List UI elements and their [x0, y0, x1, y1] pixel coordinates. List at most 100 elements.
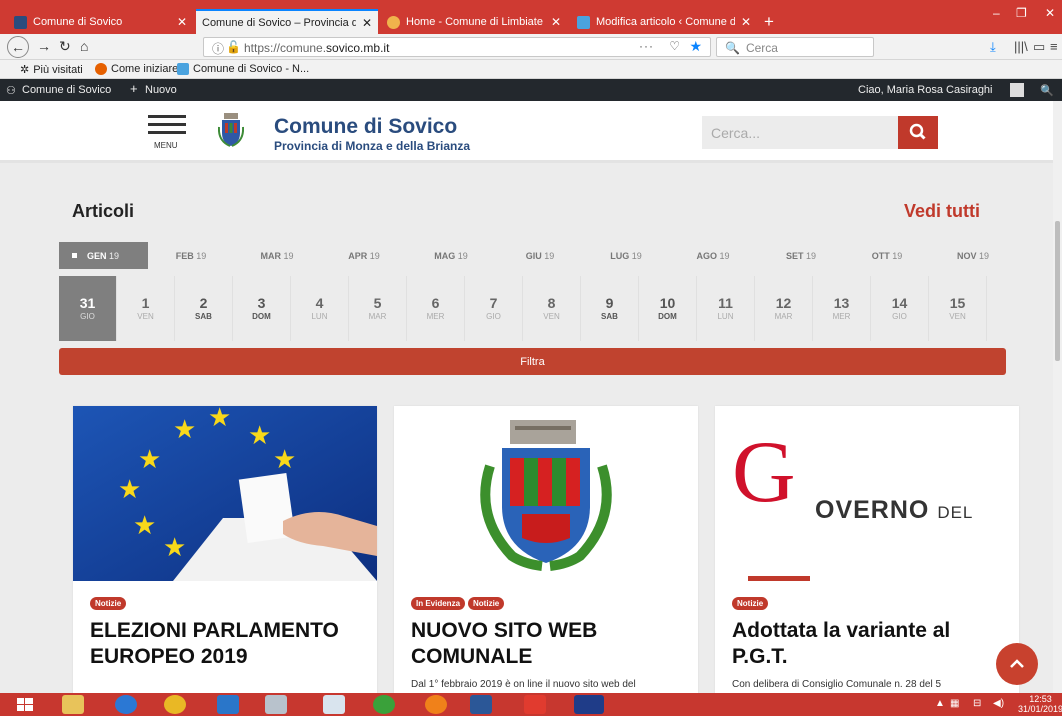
page-scrollbar[interactable] — [1053, 101, 1062, 693]
plus-icon[interactable]: + — [130, 81, 138, 96]
municipal-crest-image[interactable] — [394, 406, 698, 581]
month-item-nov[interactable]: NOV 19 — [943, 242, 1003, 269]
bookmark-getting-started[interactable]: Come iniziare — [95, 63, 178, 75]
site-search-input[interactable]: Cerca... — [702, 116, 898, 149]
month-item-mag[interactable]: MAG 19 — [421, 242, 481, 269]
day-item[interactable]: 6 MER — [407, 276, 465, 341]
day-item[interactable]: 12 MAR — [755, 276, 813, 341]
dashboard-icon[interactable]: ⚇ — [6, 84, 16, 97]
page-actions-icon[interactable]: ··· — [639, 39, 654, 53]
close-tab-icon[interactable]: ✕ — [551, 15, 561, 29]
minimize-icon[interactable]: – — [993, 6, 1000, 20]
back-to-top-button[interactable] — [996, 643, 1038, 685]
month-item-set[interactable]: SET 19 — [771, 242, 831, 269]
site-title[interactable]: Comune di Sovico — [274, 115, 457, 139]
app-icon[interactable] — [373, 695, 395, 714]
word-icon[interactable] — [470, 695, 492, 714]
day-item[interactable]: 4 LUN — [291, 276, 349, 341]
article-title[interactable]: Adottata la variante al P.G.T. — [732, 618, 1008, 670]
reload-icon[interactable]: ↻ — [59, 38, 71, 55]
category-badge[interactable]: Notizie — [90, 597, 127, 610]
browser-tab-active[interactable]: Comune di Sovico – Provincia di Monza e … — [196, 9, 378, 34]
month-item-giu[interactable]: GIU 19 — [510, 242, 570, 269]
day-item[interactable]: 13 MER — [813, 276, 871, 341]
system-clock[interactable]: 12:53 31/01/2019 — [1018, 694, 1062, 714]
month-item-feb[interactable]: FEB 19 — [161, 242, 221, 269]
download-icon[interactable]: ⤓ — [990, 39, 996, 55]
day-item[interactable]: 2 SAB — [175, 276, 233, 341]
browser-tab[interactable]: Home - Comune di Limbiate ✕ — [381, 11, 567, 33]
article-card[interactable]: ★ ★ ★ ★ ★ ★ ★ ★ Notizie ELEZIONI PARLAMENTO E… — [73, 406, 377, 696]
day-item[interactable]: 3 DOM — [233, 276, 291, 341]
restore-icon[interactable]: ❐ — [1016, 6, 1027, 20]
day-item[interactable]: 15 VEN — [929, 276, 987, 341]
municipal-crest-icon[interactable] — [218, 113, 244, 147]
internet-explorer-icon[interactable] — [115, 695, 137, 714]
acrobat-icon[interactable] — [524, 695, 546, 714]
filter-button[interactable]: Filtra — [59, 348, 1006, 375]
forward-arrow-icon[interactable]: → — [37, 38, 51, 54]
article-card[interactable]: In Evidenza Notizie NUOVO SITO WEB COMUN… — [394, 406, 698, 696]
bookmark-comune-sovico[interactable]: Comune di Sovico - N... — [177, 63, 309, 75]
month-item-mar[interactable]: MAR 19 — [247, 242, 307, 269]
category-badge[interactable]: Notizie — [468, 597, 505, 610]
browser-tab[interactable]: Modifica articolo ‹ Comune di Sovico ✕ — [571, 11, 757, 33]
back-arrow-icon[interactable]: ← — [7, 36, 29, 58]
browser-search-input[interactable]: 🔍 Cerca — [716, 37, 874, 57]
calculator-icon[interactable] — [323, 695, 345, 714]
admin-search-icon[interactable]: 🔍 — [1040, 84, 1054, 97]
network-icon[interactable]: ⊟ — [973, 698, 981, 709]
chrome-icon[interactable] — [164, 695, 186, 714]
day-item[interactable]: 5 MAR — [349, 276, 407, 341]
day-item[interactable]: 11 LUN — [697, 276, 755, 341]
eu-flag-ballot-image[interactable]: ★ ★★ ★ ★ ★★★ — [73, 406, 377, 581]
day-item[interactable]: 31 GIO — [59, 276, 117, 341]
app-window-icon[interactable] — [574, 695, 604, 714]
home-icon[interactable]: ⌂ — [80, 38, 88, 54]
site-search-button[interactable] — [898, 116, 938, 149]
url-bar[interactable]: ⓘ 🔓 https://comune.sovico.mb.it ··· ♡ ★ — [203, 37, 711, 57]
avatar[interactable] — [1010, 83, 1024, 97]
month-item-ago[interactable]: AGO 19 — [683, 242, 743, 269]
pocket-icon[interactable]: ♡ — [669, 39, 680, 53]
new-tab-button[interactable]: + — [764, 12, 774, 32]
admin-new-link[interactable]: Nuovo — [145, 84, 177, 96]
bookmark-star-icon[interactable]: ★ — [689, 38, 702, 55]
snipping-tool-icon[interactable] — [265, 695, 287, 714]
sidebar-icon[interactable]: ▭ — [1033, 39, 1045, 55]
library-icon[interactable]: |||\ — [1014, 39, 1028, 54]
tray-app-icon[interactable]: ▦ — [950, 698, 959, 709]
close-tab-icon[interactable]: ✕ — [741, 15, 751, 29]
admin-site-link[interactable]: Comune di Sovico — [22, 84, 111, 96]
scrollbar-thumb[interactable] — [1055, 221, 1060, 361]
month-item-gen[interactable]: GEN 19 — [59, 242, 148, 269]
close-window-icon[interactable]: ✕ — [1045, 6, 1055, 20]
day-item[interactable]: 1 VEN — [117, 276, 175, 341]
browser-tab[interactable]: Comune di Sovico ✕ — [8, 11, 193, 33]
close-tab-icon[interactable]: ✕ — [362, 16, 372, 30]
info-icon[interactable]: ⓘ — [212, 40, 224, 57]
day-item[interactable]: 9 SAB — [581, 276, 639, 341]
governo-logo-image[interactable]: G OVERNO DEL — [715, 406, 1019, 581]
article-card[interactable]: G OVERNO DEL Notizie Adottata la variant… — [715, 406, 1019, 696]
day-item[interactable]: 7 GIO — [465, 276, 523, 341]
outlook-icon[interactable] — [217, 695, 239, 714]
see-all-link[interactable]: Vedi tutti — [904, 201, 980, 222]
close-tab-icon[interactable]: ✕ — [177, 15, 187, 29]
tray-expand-icon[interactable]: ▲ — [935, 698, 945, 709]
file-explorer-icon[interactable] — [62, 695, 84, 714]
day-item[interactable]: 14 GIO — [871, 276, 929, 341]
firefox-icon[interactable] — [425, 695, 447, 714]
category-badge[interactable]: In Evidenza — [411, 597, 466, 610]
article-title[interactable]: NUOVO SITO WEB COMUNALE — [411, 618, 687, 670]
volume-icon[interactable]: ◀) — [993, 698, 1004, 709]
day-item[interactable]: 10 DOM — [639, 276, 697, 341]
windows-start-icon[interactable] — [14, 695, 36, 714]
month-item-apr[interactable]: APR 19 — [334, 242, 394, 269]
hamburger-menu-icon[interactable]: ≡ — [1050, 39, 1058, 54]
menu-button[interactable]: MENU — [148, 115, 186, 150]
bookmark-most-visited[interactable]: ✲ Più visitati — [20, 63, 83, 77]
month-item-lug[interactable]: LUG 19 — [596, 242, 656, 269]
article-title[interactable]: ELEZIONI PARLAMENTO EUROPEO 2019 — [90, 618, 366, 670]
admin-account-link[interactable]: Ciao, Maria Rosa Casiraghi — [858, 84, 993, 96]
